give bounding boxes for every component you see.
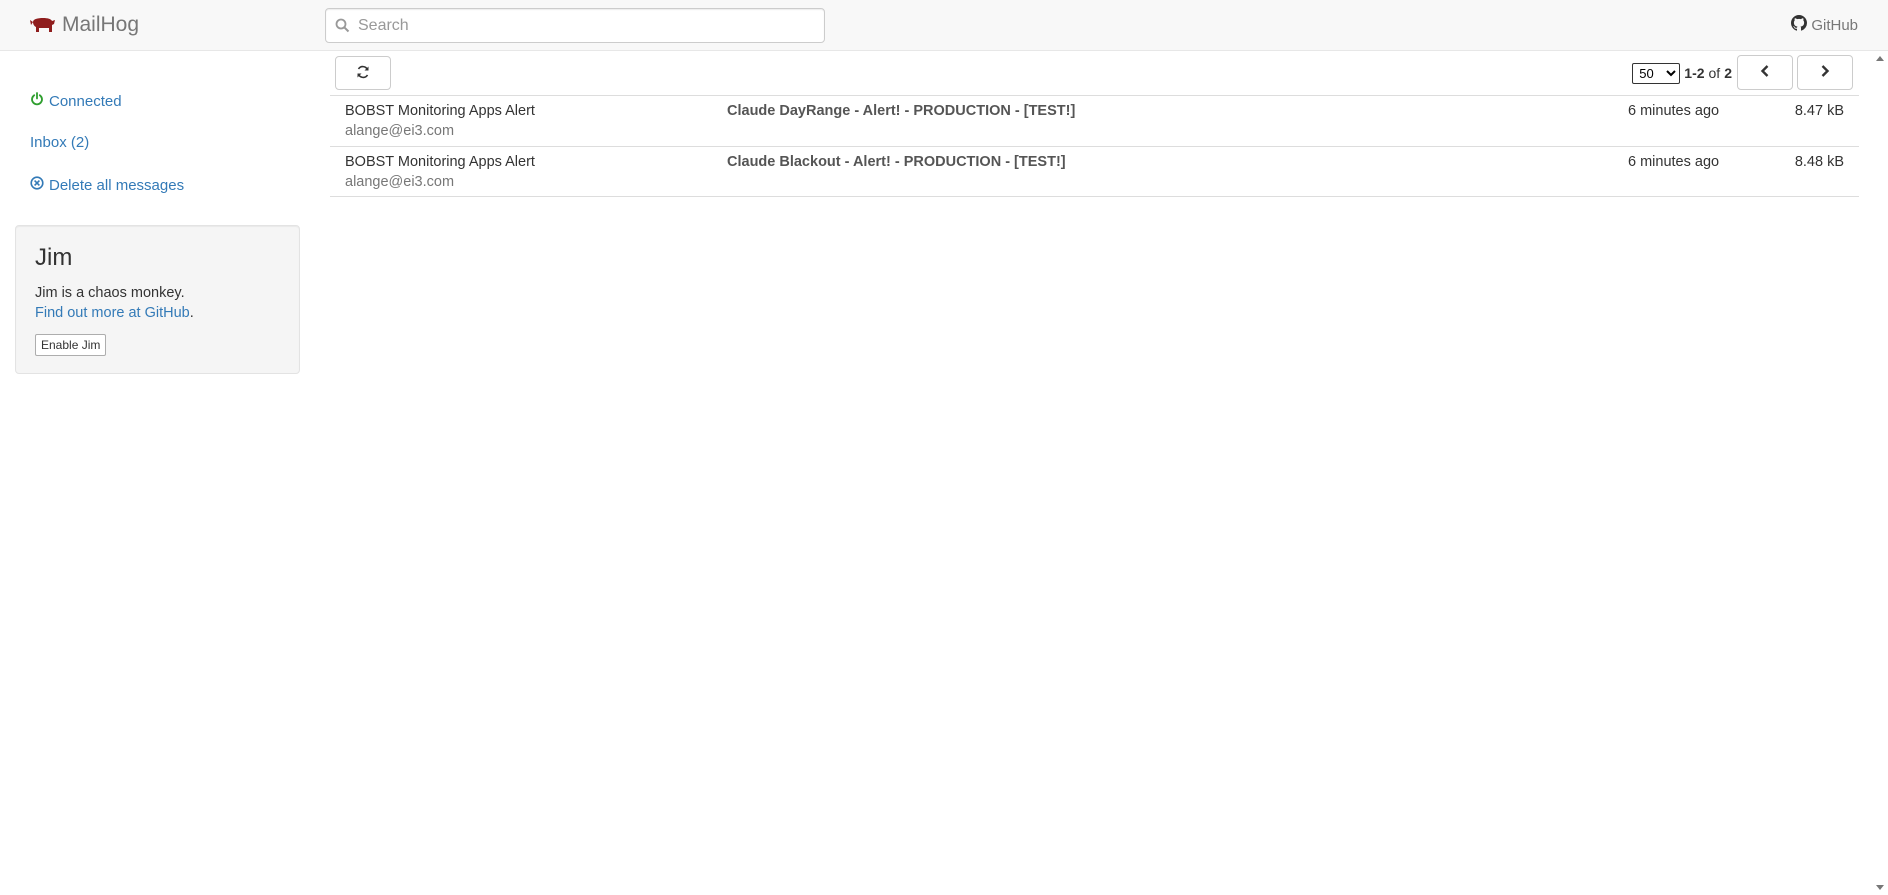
page-of-label: of [1708,65,1721,81]
connection-label: Connected [49,92,122,110]
next-page-button[interactable] [1797,55,1853,90]
github-link[interactable]: GitHub [1791,15,1858,35]
page-total: 2 [1724,65,1732,81]
navbar: MailHog GitHub [0,0,1888,51]
scroll-up-arrow-icon[interactable] [1876,56,1884,61]
message-sender-email: alange@ei3.com [345,123,455,139]
github-icon [1791,15,1808,35]
message-subject: Claude Blackout - Alert! - PRODUCTION - … [727,154,1066,170]
power-icon [30,92,44,110]
message-sender-email: alange@ei3.com [345,174,455,190]
github-label: GitHub [1811,16,1858,34]
message-time: 6 minutes ago [1628,103,1720,119]
chevron-right-icon [1820,65,1830,80]
delete-all-button[interactable]: Delete all messages [30,176,184,194]
search-input[interactable] [356,9,816,42]
message-subject: Claude DayRange - Alert! - PRODUCTION - … [727,103,1076,119]
page-size-select[interactable]: 102050100250 [1632,62,1681,84]
jim-description: Jim is a chaos monkey. [35,285,185,301]
jim-panel: Jim Jim is a chaos monkey. Find out more… [15,225,300,374]
refresh-icon [356,65,370,82]
message-row[interactable]: BOBST Monitoring Apps Alert alange@ei3.c… [330,95,1859,146]
chevron-left-icon [1760,65,1770,80]
previous-page-button[interactable] [1737,55,1793,90]
page-range: 1-2 [1684,65,1705,81]
enable-jim-button[interactable]: Enable Jim [35,334,107,356]
scrollbar[interactable] [1871,51,1888,895]
jim-more-info: Find out more at GitHub. [35,303,194,323]
brand-link[interactable]: MailHog [30,12,139,38]
message-time: 6 minutes ago [1628,154,1720,170]
connection-status[interactable]: Connected [30,92,122,110]
message-size: 8.48 kB [1794,154,1844,170]
jim-link-suffix: . [189,305,194,321]
close-circle-icon [30,176,44,194]
pagination-info: 102050100250 1-2 of 2 [1632,62,1732,84]
sidebar-item-inbox[interactable]: Inbox (2) [30,134,89,151]
message-sender-name: BOBST Monitoring Apps Alert [345,103,535,119]
message-row[interactable]: BOBST Monitoring Apps Alert alange@ei3.c… [330,146,1859,197]
scroll-down-arrow-icon[interactable] [1876,885,1884,890]
search-box [325,8,825,43]
message-sender-name: BOBST Monitoring Apps Alert [345,154,535,170]
search-icon [335,18,350,38]
message-size: 8.47 kB [1794,103,1844,119]
delete-all-label: Delete all messages [49,176,185,194]
inbox-label: Inbox (2) [30,134,90,151]
message-list: BOBST Monitoring Apps Alert alange@ei3.c… [330,95,1859,197]
refresh-button[interactable] [335,56,391,90]
pig-icon [30,16,56,34]
jim-title: Jim [35,244,73,271]
brand-name: MailHog [62,13,140,36]
jim-github-link[interactable]: Find out more at GitHub [35,305,190,321]
